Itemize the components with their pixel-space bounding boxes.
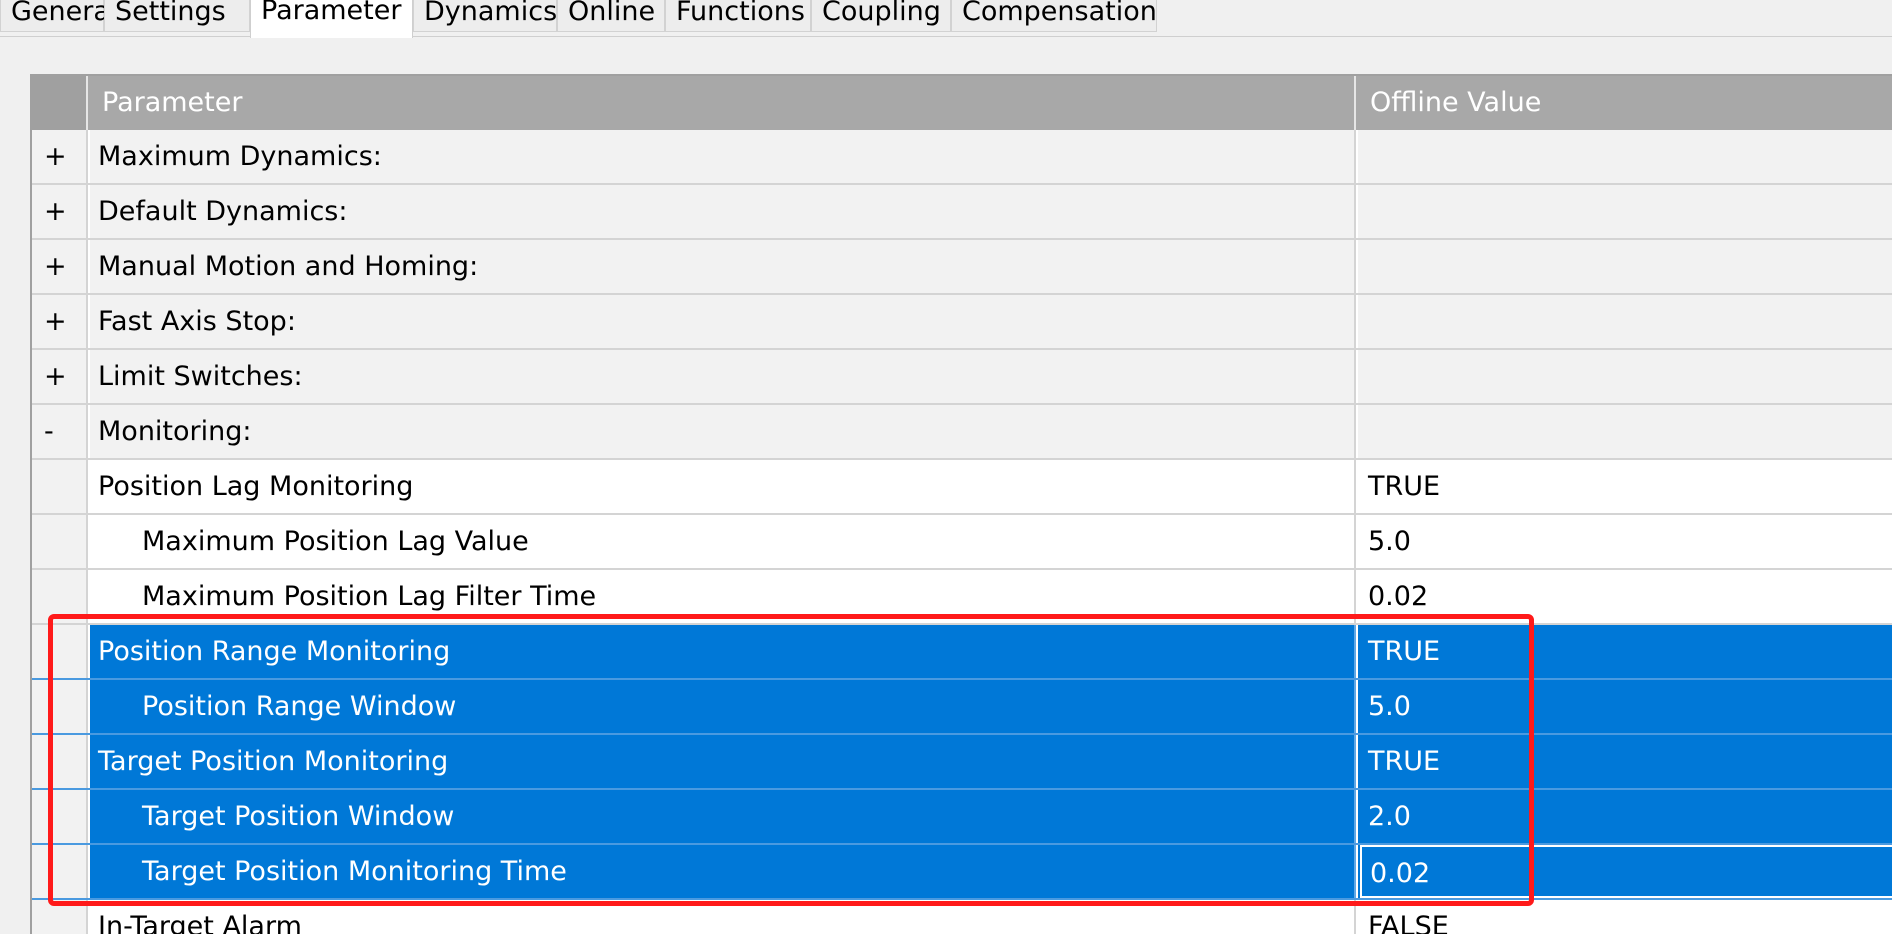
parameter-name: Monitoring: bbox=[90, 405, 1356, 458]
parameter-name: Target Position Window bbox=[90, 790, 1356, 843]
parameter-grid: Parameter Offline Value + Maximum Dynamic… bbox=[30, 74, 1892, 934]
parameter-name: Fast Axis Stop: bbox=[90, 295, 1356, 348]
parameter-row[interactable]: Maximum Position Lag Filter Time 0.02 bbox=[32, 570, 1892, 625]
tab-general[interactable]: General bbox=[0, 0, 117, 32]
offline-value-cell[interactable]: 2.0 bbox=[1358, 790, 1892, 843]
parameter-name: Maximum Position Lag Value bbox=[90, 515, 1356, 568]
parameter-name: Position Lag Monitoring bbox=[90, 460, 1356, 513]
parameter-name: Maximum Dynamics: bbox=[90, 130, 1356, 183]
offline-value-cell[interactable]: 5.0 bbox=[1358, 680, 1892, 733]
offline-value-cell[interactable] bbox=[1358, 240, 1892, 293]
offline-value-cell[interactable] bbox=[1358, 130, 1892, 183]
parameter-name: Maximum Position Lag Filter Time bbox=[90, 570, 1356, 623]
group-row[interactable]: + Fast Axis Stop: bbox=[32, 295, 1892, 350]
parameter-row[interactable]: Target Position Monitoring TRUE bbox=[32, 735, 1892, 790]
parameter-name: Target Position Monitoring bbox=[90, 735, 1356, 788]
offline-value-cell[interactable]: TRUE bbox=[1358, 460, 1892, 513]
row-gutter bbox=[32, 735, 88, 788]
offline-value-cell[interactable]: 0.02 bbox=[1358, 845, 1892, 898]
focused-value-editor[interactable]: 0.02 bbox=[1360, 845, 1892, 898]
tab-coupling[interactable]: Coupling bbox=[811, 0, 951, 32]
expand-toggle[interactable]: + bbox=[32, 295, 88, 348]
parameter-name: In-Target Alarm bbox=[90, 900, 1356, 934]
group-row[interactable]: + Maximum Dynamics: bbox=[32, 130, 1892, 185]
row-gutter bbox=[32, 625, 88, 678]
grid-header: Parameter Offline Value bbox=[32, 76, 1892, 130]
parameter-row[interactable]: In-Target Alarm FALSE bbox=[32, 900, 1892, 934]
expand-toggle[interactable]: + bbox=[32, 240, 88, 293]
offline-value-cell[interactable]: TRUE bbox=[1358, 625, 1892, 678]
header-parameter[interactable]: Parameter bbox=[90, 76, 1356, 130]
axis-config-window: General Settings Parameter Dynamics Onli… bbox=[0, 0, 1892, 934]
row-gutter bbox=[32, 460, 88, 513]
header-expander-column bbox=[32, 76, 88, 130]
tab-label: Dynamics bbox=[424, 0, 558, 27]
offline-value-cell[interactable]: FALSE bbox=[1358, 900, 1892, 934]
tab-parameter[interactable]: Parameter bbox=[250, 0, 413, 38]
parameter-name: Position Range Window bbox=[90, 680, 1356, 733]
tab-label: Coupling bbox=[822, 0, 941, 27]
tab-label: Online bbox=[568, 0, 656, 27]
parameter-name: Default Dynamics: bbox=[90, 185, 1356, 238]
expand-toggle[interactable]: + bbox=[32, 130, 88, 183]
expand-toggle[interactable]: + bbox=[32, 350, 88, 403]
parameter-row[interactable]: Position Range Monitoring TRUE bbox=[32, 625, 1892, 680]
group-row[interactable]: + Manual Motion and Homing: bbox=[32, 240, 1892, 295]
tab-label: Functions bbox=[676, 0, 805, 27]
parameter-row[interactable]: Position Lag Monitoring TRUE bbox=[32, 460, 1892, 515]
offline-value-cell[interactable]: 5.0 bbox=[1358, 515, 1892, 568]
group-row[interactable]: + Limit Switches: bbox=[32, 350, 1892, 405]
tab-dynamics[interactable]: Dynamics bbox=[413, 0, 557, 32]
offline-value-cell[interactable] bbox=[1358, 350, 1892, 403]
row-gutter bbox=[32, 680, 88, 733]
tab-label: General bbox=[11, 0, 118, 27]
tab-compensation[interactable]: Compensation bbox=[951, 0, 1157, 32]
tab-label: Compensation bbox=[962, 0, 1157, 27]
offline-value-cell[interactable] bbox=[1358, 405, 1892, 458]
row-gutter bbox=[32, 845, 88, 898]
offline-value-cell[interactable] bbox=[1358, 185, 1892, 238]
parameter-name: Target Position Monitoring Time bbox=[90, 845, 1356, 898]
row-gutter bbox=[32, 515, 88, 568]
offline-value-cell[interactable]: 0.02 bbox=[1358, 570, 1892, 623]
row-gutter bbox=[32, 900, 88, 934]
expand-toggle[interactable]: + bbox=[32, 185, 88, 238]
parameter-row[interactable]: Target Position Window 2.0 bbox=[32, 790, 1892, 845]
parameter-row[interactable]: Position Range Window 5.0 bbox=[32, 680, 1892, 735]
parameter-name: Limit Switches: bbox=[90, 350, 1356, 403]
row-gutter bbox=[32, 570, 88, 623]
parameter-name: Position Range Monitoring bbox=[90, 625, 1356, 678]
parameter-name: Manual Motion and Homing: bbox=[90, 240, 1356, 293]
offline-value-cell[interactable]: TRUE bbox=[1358, 735, 1892, 788]
expand-toggle[interactable]: - bbox=[32, 405, 88, 458]
offline-value-cell[interactable] bbox=[1358, 295, 1892, 348]
tab-settings[interactable]: Settings bbox=[104, 0, 250, 32]
tab-label: Parameter bbox=[261, 0, 402, 26]
header-offline-value[interactable]: Offline Value bbox=[1358, 76, 1892, 130]
row-gutter bbox=[32, 790, 88, 843]
parameter-row[interactable]: Target Position Monitoring Time 0.02 bbox=[32, 845, 1892, 900]
tab-online[interactable]: Online bbox=[557, 0, 665, 32]
tab-functions[interactable]: Functions bbox=[665, 0, 811, 32]
group-row[interactable]: - Monitoring: bbox=[32, 405, 1892, 460]
tab-bar: General Settings Parameter Dynamics Onli… bbox=[0, 0, 1892, 38]
tab-label: Settings bbox=[115, 0, 226, 27]
parameter-row[interactable]: Maximum Position Lag Value 5.0 bbox=[32, 515, 1892, 570]
group-row[interactable]: + Default Dynamics: bbox=[32, 185, 1892, 240]
